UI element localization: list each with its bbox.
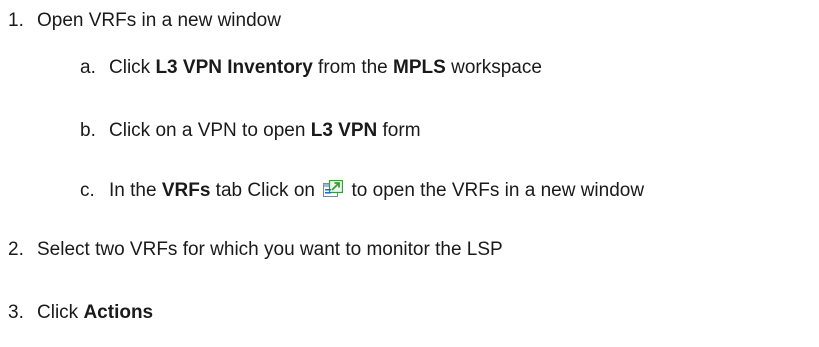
substep-a-part: from the [312, 57, 394, 78]
step-3-text: Click Actions [37, 302, 153, 324]
substep-c-part: tab Click on [210, 180, 321, 201]
step-3-part: Click [37, 302, 84, 323]
step-2-number: 2. [8, 239, 24, 260]
substep-c-text: In the VRFs tab Click on to open the VRF… [109, 179, 645, 202]
substep-c-part: to open the VRFs in a new window [346, 180, 645, 201]
substep-a-letter: a. [80, 57, 96, 78]
step-1-number: 1. [8, 10, 24, 31]
substep-c-part: In the [109, 180, 162, 201]
mpls-label: MPLS [393, 57, 446, 78]
substep-b-part: Click on a VPN to open [109, 120, 311, 141]
substep-b-text: Click on a VPN to open L3 VPN form [109, 120, 421, 142]
substep-a-text: Click L3 VPN Inventory from the MPLS wor… [109, 57, 542, 79]
step-1-text: Open VRFs in a new window [37, 10, 281, 31]
open-in-new-window-icon [323, 179, 344, 198]
l3-vpn-label: L3 VPN [310, 120, 378, 141]
vrfs-tab-label: VRFs [161, 180, 211, 201]
substep-a-part: Click [109, 57, 156, 78]
actions-label: Actions [83, 302, 154, 323]
l3-vpn-inventory-label: L3 VPN Inventory [155, 57, 313, 78]
substep-a-part: workspace [445, 57, 542, 78]
step-2-text: Select two VRFs for which you want to mo… [37, 239, 503, 260]
substep-b-part: form [377, 120, 421, 141]
step-3-number: 3. [8, 302, 24, 323]
substep-c-letter: c. [80, 180, 95, 201]
substep-b-letter: b. [80, 120, 96, 141]
